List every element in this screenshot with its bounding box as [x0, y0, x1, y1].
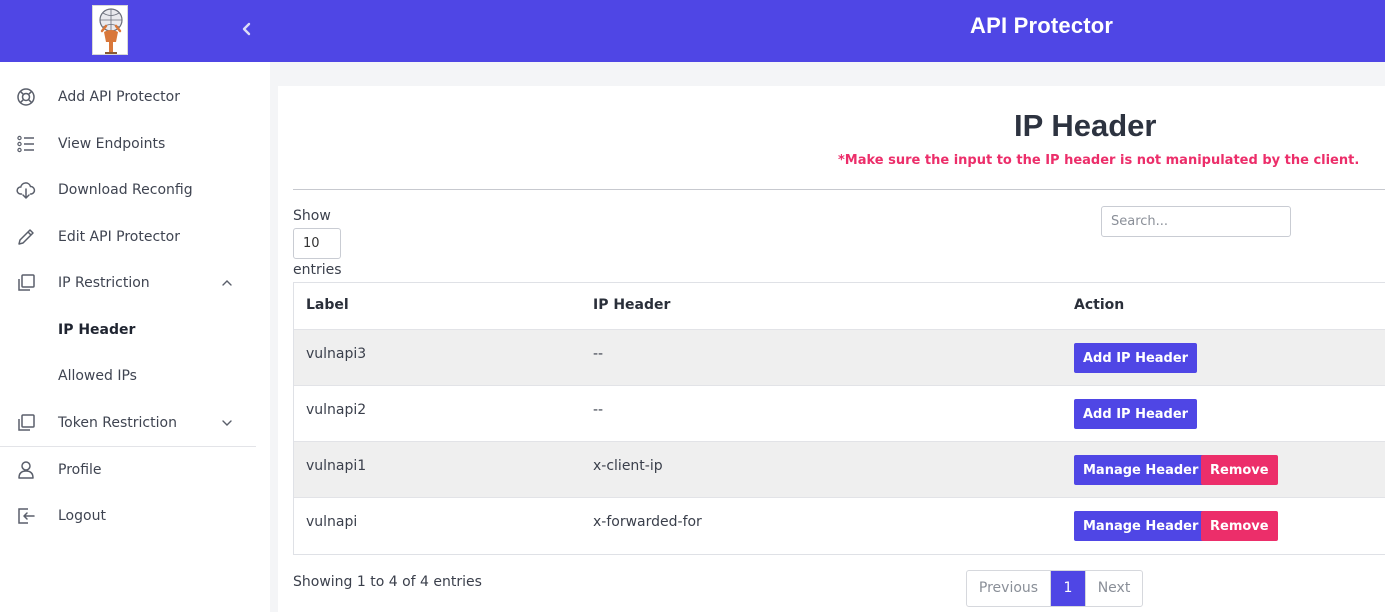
column-header-label[interactable]: Label — [306, 297, 349, 313]
copy-icon — [16, 273, 36, 293]
sidebar-item-label: Allowed IPs — [58, 368, 137, 384]
sidebar-item-label: View Endpoints — [58, 136, 166, 152]
sidebar-item-add-api-protector[interactable]: Add API Protector — [0, 77, 256, 117]
remove-button[interactable]: Remove — [1201, 455, 1278, 485]
copy-icon — [16, 413, 36, 433]
page-title: IP Header — [1014, 108, 1157, 143]
chevron-up-icon — [222, 280, 232, 286]
sidebar-item-label: Profile — [58, 462, 102, 478]
app-title: API Protector — [970, 13, 1114, 38]
add-ip-header-button[interactable]: Add IP Header — [1074, 343, 1198, 373]
header-divider — [293, 189, 1385, 190]
sidebar-item-token-restriction[interactable]: Token Restriction — [0, 403, 256, 443]
sidebar-item-label: IP Restriction — [58, 275, 150, 291]
row-label: vulnapi3 — [306, 346, 367, 362]
search-input[interactable] — [1101, 206, 1291, 237]
sidebar-item-view-endpoints[interactable]: View Endpoints — [0, 124, 256, 164]
sidebar-item-ip-header[interactable]: IP Header — [0, 310, 256, 350]
ip-header-table: Label IP Header Action vulnapi3 -- Add I… — [293, 282, 1385, 555]
sidebar-item-label: IP Header — [58, 322, 136, 338]
sidebar-item-download-reconfig[interactable]: Download Reconfig — [0, 170, 256, 210]
sidebar-item-label: Add API Protector — [58, 89, 180, 105]
manage-header-button[interactable]: Manage Header — [1074, 511, 1208, 541]
previous-page-button[interactable]: Previous — [967, 571, 1051, 606]
page-1-button[interactable]: 1 — [1051, 571, 1085, 606]
pagination: Previous 1 Next — [966, 570, 1143, 607]
entries-label: entries — [293, 262, 342, 278]
table-row: vulnapi x-forwarded-for Manage Header Re… — [294, 498, 1385, 554]
sidebar-item-ip-restriction[interactable]: IP Restriction — [0, 263, 256, 303]
sidebar-divider — [0, 446, 256, 447]
atlas-logo-icon — [93, 6, 127, 54]
row-ip-header: -- — [593, 346, 604, 362]
table-info: Showing 1 to 4 of 4 entries — [293, 574, 482, 590]
table-row: vulnapi2 -- Add IP Header — [294, 386, 1385, 442]
top-bar: API Protector — [0, 0, 1385, 62]
row-label: vulnapi — [306, 514, 358, 530]
column-header-ip-header[interactable]: IP Header — [593, 297, 670, 313]
chevron-down-icon — [222, 420, 232, 426]
add-ip-header-button[interactable]: Add IP Header — [1074, 399, 1198, 429]
next-page-button[interactable]: Next — [1085, 571, 1142, 606]
logout-icon — [16, 506, 36, 526]
row-ip-header: x-client-ip — [593, 458, 663, 474]
chevron-left-icon — [242, 22, 251, 36]
sidebar: Add API Protector View Endpoints Downloa… — [0, 62, 270, 612]
sidebar-item-edit-api-protector[interactable]: Edit API Protector — [0, 217, 256, 257]
user-icon — [16, 460, 36, 480]
sidebar-item-label: Token Restriction — [58, 415, 177, 431]
sidebar-item-label: Download Reconfig — [58, 182, 193, 198]
row-ip-header: -- — [593, 402, 604, 418]
warning-text: *Make sure the input to the IP header is… — [838, 153, 1360, 168]
show-label: Show — [293, 208, 331, 224]
pencil-icon — [16, 227, 36, 247]
page-size-select[interactable]: 10 — [293, 228, 341, 259]
table-header-row: Label IP Header Action — [294, 283, 1385, 330]
remove-button[interactable]: Remove — [1201, 511, 1278, 541]
table-row: vulnapi3 -- Add IP Header — [294, 330, 1385, 386]
row-ip-header: x-forwarded-for — [593, 514, 702, 530]
lifebuoy-icon — [16, 87, 36, 107]
table-row: vulnapi1 x-client-ip Manage Header Remov… — [294, 442, 1385, 498]
sidebar-collapse-button[interactable] — [236, 18, 258, 40]
sidebar-item-logout[interactable]: Logout — [0, 496, 256, 536]
row-label: vulnapi1 — [306, 458, 367, 474]
app-logo[interactable] — [92, 5, 128, 55]
sidebar-item-allowed-ips[interactable]: Allowed IPs — [0, 356, 256, 396]
sidebar-item-profile[interactable]: Profile — [0, 450, 256, 490]
main-card: IP Header *Make sure the input to the IP… — [278, 86, 1385, 612]
column-header-action[interactable]: Action — [1074, 297, 1124, 313]
row-label: vulnapi2 — [306, 402, 367, 418]
list-icon — [16, 134, 36, 154]
cloud-download-icon — [16, 180, 36, 200]
sidebar-item-label: Edit API Protector — [58, 229, 180, 245]
manage-header-button[interactable]: Manage Header — [1074, 455, 1208, 485]
sidebar-item-label: Logout — [58, 508, 106, 524]
